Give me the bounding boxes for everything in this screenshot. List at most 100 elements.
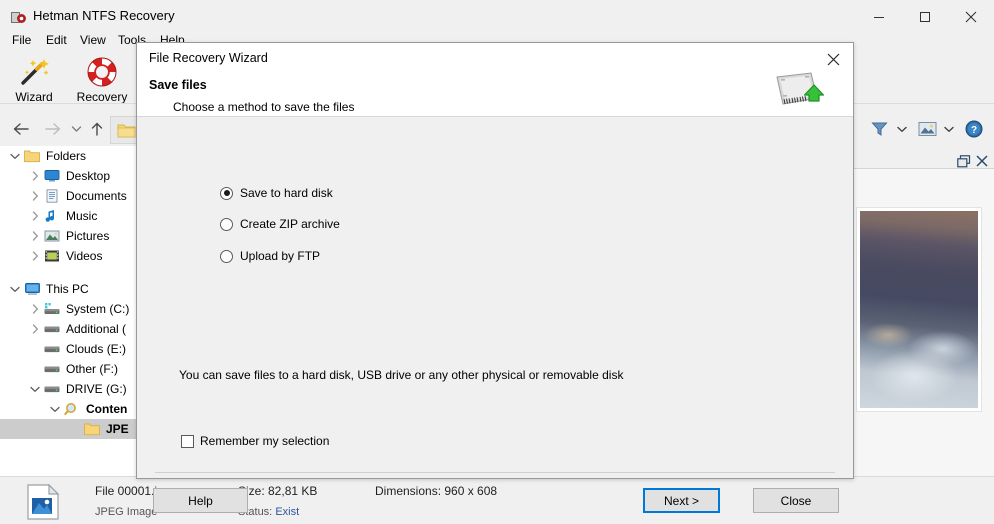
chevron-right-icon[interactable] — [28, 246, 42, 266]
chevron-right-icon[interactable] — [28, 186, 42, 206]
folder-icon — [22, 146, 42, 166]
tree-label: Clouds (E:) — [66, 342, 126, 356]
mountain-photo — [860, 211, 978, 408]
restore-panel-icon[interactable] — [955, 152, 973, 170]
chevron-right-icon[interactable] — [28, 226, 42, 246]
status-dimensions-column: Dimensions: 960 x 608 — [375, 484, 497, 498]
chevron-right-icon[interactable] — [28, 299, 42, 319]
status-value: Exist — [275, 506, 299, 518]
tree-item-content[interactable]: Conten — [0, 399, 144, 419]
tree-label: Desktop — [66, 169, 110, 183]
tree-item-documents[interactable]: Documents — [0, 186, 144, 206]
chevron-down-icon[interactable] — [8, 146, 22, 166]
dialog-footer-divider — [155, 472, 835, 473]
videos-icon — [42, 246, 62, 266]
image-thumbnail[interactable] — [856, 207, 982, 412]
menu-view[interactable]: View — [74, 31, 112, 49]
radio-create-zip-archive[interactable]: Create ZIP archive — [220, 217, 340, 231]
radio-indicator[interactable] — [220, 218, 233, 231]
window-title: Hetman NTFS Recovery — [33, 8, 175, 23]
title-bar: Hetman NTFS Recovery — [0, 0, 994, 34]
chevron-down-icon[interactable] — [8, 279, 22, 299]
tree-item-additional[interactable]: Additional ( — [0, 319, 144, 339]
chevron-right-icon[interactable] — [28, 206, 42, 226]
close-button[interactable] — [948, 0, 994, 33]
tree-item-folders[interactable]: Folders — [0, 146, 144, 166]
tree-label: DRIVE (G:) — [66, 382, 127, 396]
tree-no-expander — [68, 419, 82, 439]
recovery-button[interactable]: Recovery — [68, 55, 136, 109]
checkbox-label: Remember my selection — [200, 434, 329, 448]
help-circle-icon[interactable]: ? — [961, 112, 987, 146]
tree-item-other[interactable]: Other (F:) — [0, 359, 144, 379]
drive-icon — [42, 359, 62, 379]
tree-label: Documents — [66, 189, 127, 203]
status-bar: File 00001.jpg JPEG Image Size: 82,81 KB… — [0, 476, 994, 524]
maximize-button[interactable] — [902, 0, 948, 33]
tree-item-jpeg[interactable]: JPE — [0, 419, 144, 439]
checkbox-indicator[interactable] — [181, 435, 194, 448]
computer-icon — [22, 279, 42, 299]
tree-no-expander — [28, 359, 42, 379]
tree-label: System (C:) — [66, 302, 129, 316]
minimize-button[interactable] — [856, 0, 902, 33]
tree-item-this-pc[interactable]: This PC — [0, 279, 144, 299]
folder-icon — [82, 419, 102, 439]
desktop-icon — [42, 166, 62, 186]
help-button[interactable]: Help — [153, 488, 248, 513]
wizard-button[interactable]: Wizard — [0, 55, 68, 109]
radio-indicator[interactable] — [220, 250, 233, 263]
close-dialog-button[interactable]: Close — [753, 488, 839, 513]
tree-item-drive-g[interactable]: DRIVE (G:) — [0, 379, 144, 399]
chevron-down-icon[interactable] — [66, 112, 86, 146]
dialog-subheading: Choose a method to save the files — [173, 100, 354, 114]
app-icon — [10, 8, 28, 26]
next-button[interactable]: Next > — [643, 488, 720, 513]
tree-item-clouds[interactable]: Clouds (E:) — [0, 339, 144, 359]
life-ring-icon — [68, 55, 136, 89]
pictures-icon — [42, 226, 62, 246]
folder-tree[interactable]: Folders Desktop Documents — [0, 146, 144, 476]
filter-icon[interactable] — [866, 112, 892, 146]
tree-item-system-c[interactable]: System (C:) — [0, 299, 144, 319]
chevron-right-icon[interactable] — [28, 166, 42, 186]
tree-item-desktop[interactable]: Desktop — [0, 166, 144, 186]
dialog-title: File Recovery Wizard — [149, 51, 268, 65]
tree-label: Music — [66, 209, 97, 223]
music-note-icon — [42, 206, 62, 226]
wizard-label: Wizard — [0, 90, 68, 104]
up-arrow-icon[interactable] — [84, 112, 110, 146]
svg-text:?: ? — [971, 125, 977, 136]
radio-upload-by-ftp[interactable]: Upload by FTP — [220, 249, 320, 263]
chevron-down-icon[interactable] — [28, 379, 42, 399]
image-preview-icon[interactable] — [914, 112, 940, 146]
tree-label: JPE — [106, 422, 129, 436]
filter-dropdown-chevron-down-icon[interactable] — [893, 112, 911, 146]
tree-label: Other (F:) — [66, 362, 118, 376]
tree-spacer — [0, 266, 144, 279]
radio-label: Save to hard disk — [240, 186, 333, 200]
status-dimensions: Dimensions: 960 x 608 — [375, 484, 497, 498]
radio-label: Create ZIP archive — [240, 217, 340, 231]
tree-item-pictures[interactable]: Pictures — [0, 226, 144, 246]
dialog-body: Save to hard disk Create ZIP archive Upl… — [137, 117, 853, 478]
chevron-right-icon[interactable] — [28, 319, 42, 339]
chevron-down-icon[interactable] — [48, 399, 62, 419]
preview-dropdown-chevron-down-icon[interactable] — [940, 112, 958, 146]
tree-label: Pictures — [66, 229, 109, 243]
magic-wand-icon — [0, 55, 68, 89]
close-panel-icon[interactable] — [973, 152, 991, 170]
radio-save-to-hard-disk[interactable]: Save to hard disk — [220, 186, 333, 200]
drive-icon — [42, 339, 62, 359]
application-window: Hetman NTFS Recovery File Edit View Tool… — [0, 0, 994, 523]
menu-edit[interactable]: Edit — [40, 31, 73, 49]
tree-no-expander — [28, 339, 42, 359]
drive-icon — [42, 379, 62, 399]
radio-indicator[interactable] — [220, 187, 233, 200]
tree-item-videos[interactable]: Videos — [0, 246, 144, 266]
back-arrow-icon[interactable] — [6, 112, 36, 146]
menu-file[interactable]: File — [6, 31, 37, 49]
radio-label: Upload by FTP — [240, 249, 320, 263]
remember-my-selection-checkbox[interactable]: Remember my selection — [181, 434, 329, 448]
tree-item-music[interactable]: Music — [0, 206, 144, 226]
